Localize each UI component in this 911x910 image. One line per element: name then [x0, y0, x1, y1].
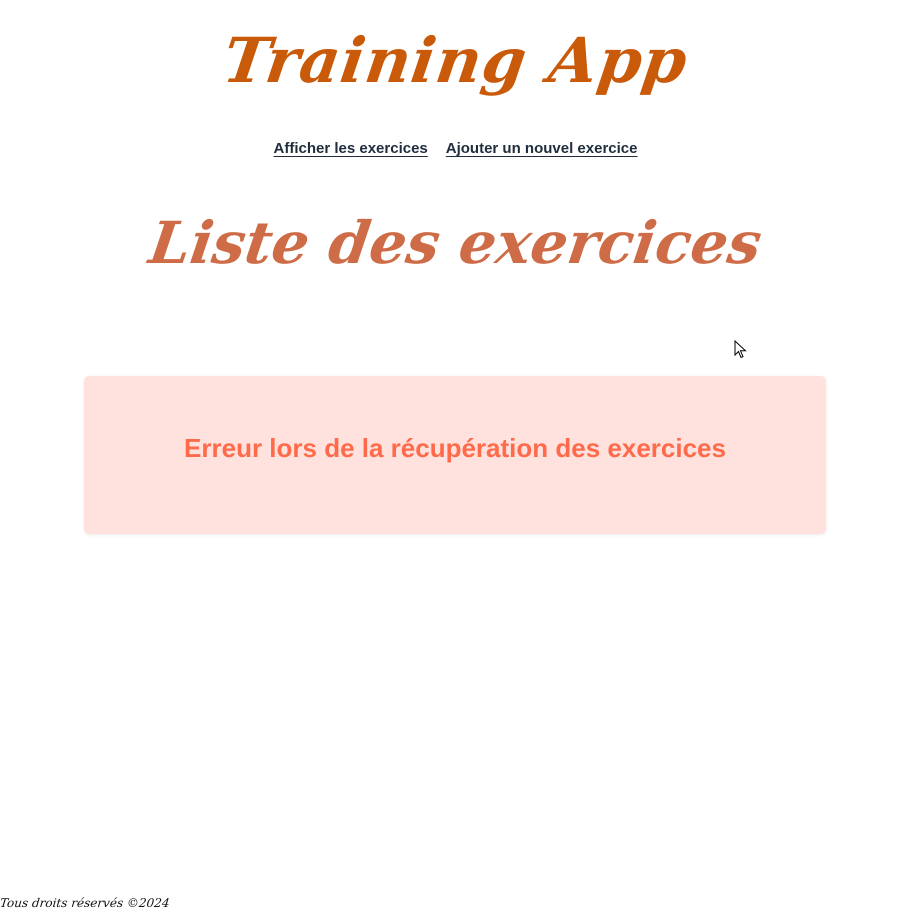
main-nav: Afficher les exercices Ajouter un nouvel… — [0, 140, 911, 157]
page-title: Liste des exercices — [145, 209, 766, 277]
mouse-cursor-icon — [734, 340, 747, 359]
error-alert: Erreur lors de la récupération des exerc… — [84, 376, 826, 534]
nav-link-add-exercise[interactable]: Ajouter un nouvel exercice — [446, 140, 638, 157]
error-message: Erreur lors de la récupération des exerc… — [184, 432, 726, 463]
app-title: Training App — [218, 24, 693, 97]
footer-copyright: Tous droits réservés ©2024 — [0, 896, 171, 910]
nav-link-show-exercises[interactable]: Afficher les exercices — [274, 140, 428, 157]
